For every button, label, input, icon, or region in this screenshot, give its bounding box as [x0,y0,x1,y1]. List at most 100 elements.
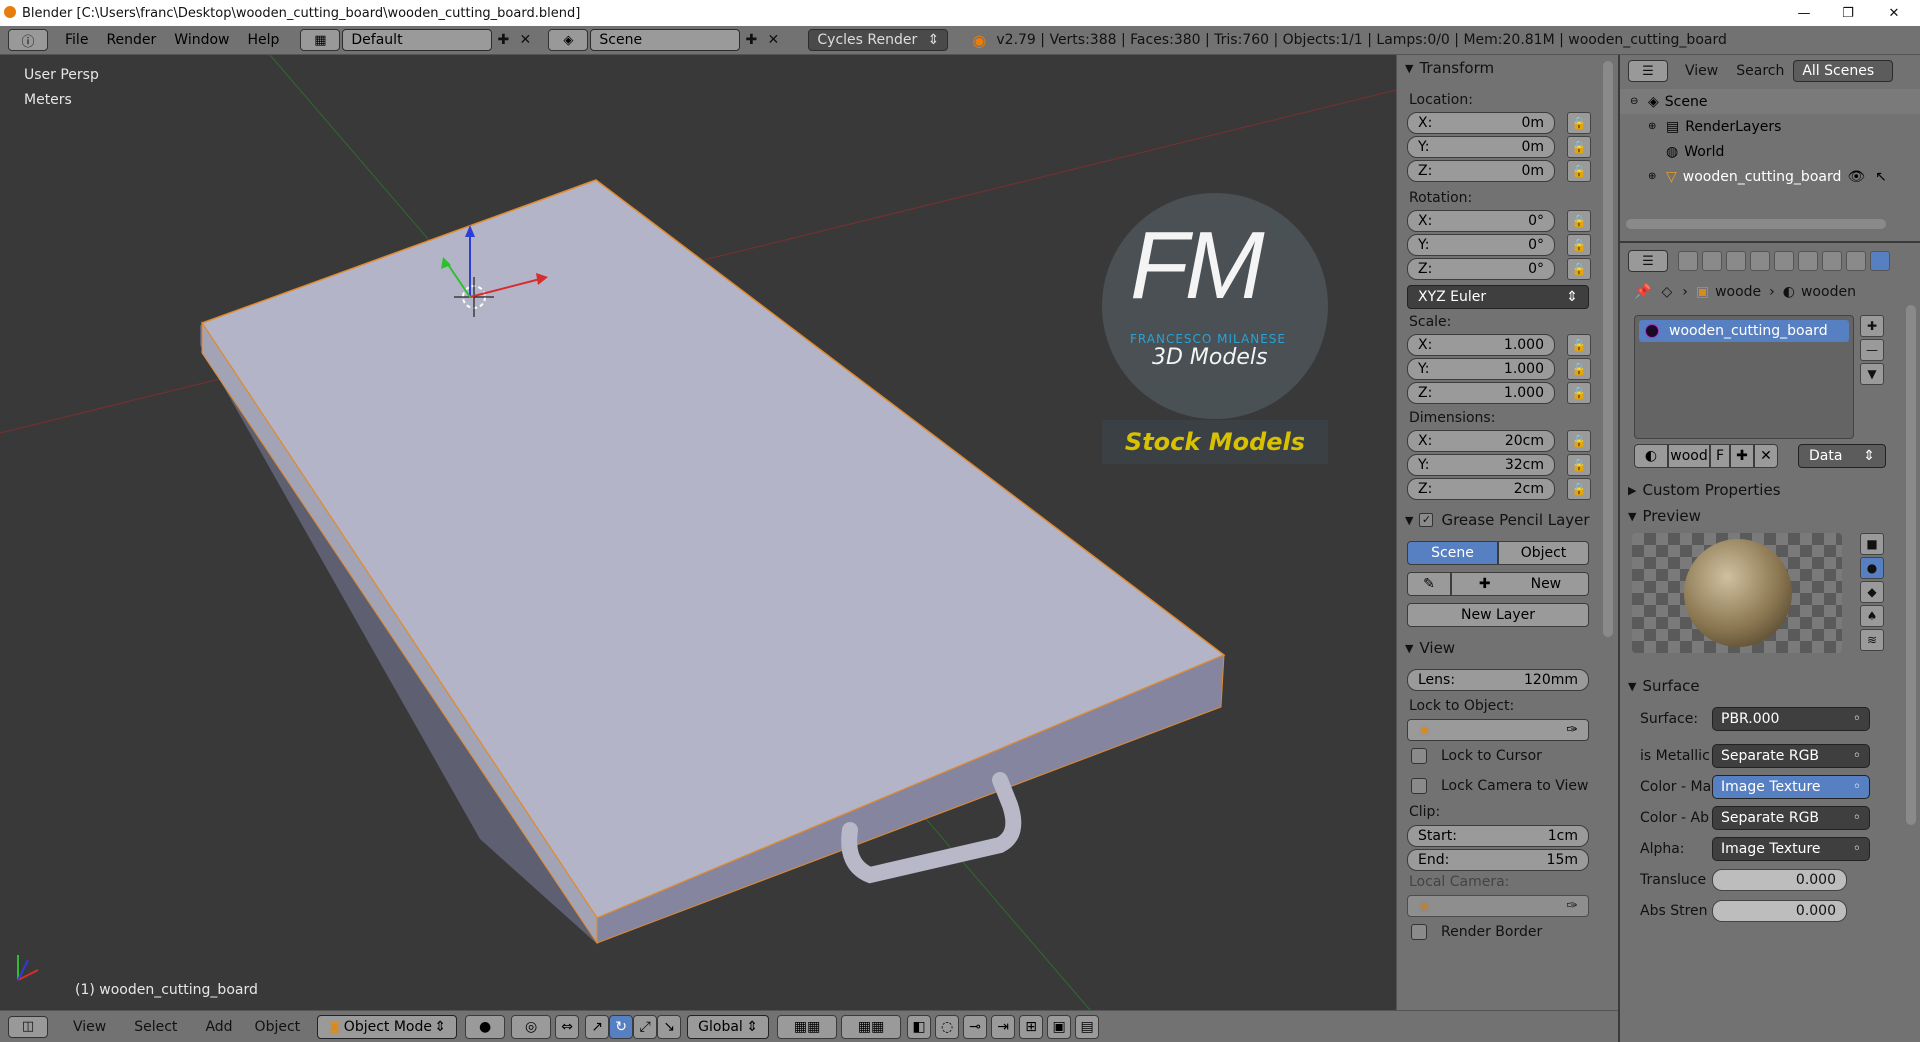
location-field[interactable]: X: 0m [1407,112,1555,134]
lock-icon[interactable]: 🔒 [1567,258,1591,280]
preview-hair-icon[interactable]: ≋ [1860,629,1884,651]
outliner-item-world[interactable]: ◍ World [1620,139,1920,164]
3d-viewport[interactable]: User Persp Meters (1) wooden_cutting_boa… [0,55,1396,1010]
interaction-mode-select[interactable]: ▣ Object Mode ⇕ [317,1014,458,1039]
minimize-button[interactable]: — [1782,0,1826,26]
layers-grid-2[interactable]: ▦▦ [841,1014,902,1039]
shader-input-select[interactable]: Separate RGB ◦ [1712,743,1870,768]
pencil-icon[interactable]: ✎ [1407,572,1451,596]
editor-type-button[interactable]: ⓘ [8,29,48,51]
layout-name-field[interactable]: Default [342,29,493,51]
outliner-item-scene[interactable]: ⊖ ◈ Scene [1620,89,1920,114]
scene-tab-icon[interactable] [1726,251,1746,271]
eyedropper-icon[interactable]: ✑ [1566,898,1578,914]
renderlayers-tab-icon[interactable] [1702,251,1722,271]
snap-target-icon[interactable]: ⊞ [1019,1014,1044,1039]
abs-strength-slider[interactable]: 0.000 [1712,899,1847,922]
outliner-view-menu[interactable]: View [1676,63,1727,79]
lock-icon[interactable]: 🔒 [1567,334,1591,356]
select-arrow-icon[interactable]: ↖ [1875,169,1887,185]
menu-add[interactable]: Add [196,1019,241,1035]
render-tab-icon[interactable] [1678,251,1698,271]
pin-icon[interactable]: 📌 [1634,284,1651,300]
shelf-scrollbar[interactable] [1603,61,1613,637]
grease-pencil-section-header[interactable]: ▼ ✓ Grease Pencil Layer [1397,507,1618,533]
rotate-manipulator-icon[interactable]: ↻ [609,1014,634,1039]
scale-manipulator-icon[interactable]: ⤢ [633,1014,658,1039]
outliner-item-object[interactable]: ⊕ ▽ wooden_cutting_board 👁 ↖ [1620,164,1920,189]
location-field[interactable]: Z: 0m [1407,160,1555,182]
snap-toggle-icon[interactable]: ⊸ [963,1014,988,1039]
manipulator-toggle-icon[interactable]: ⇔ [555,1014,580,1039]
transform-section-header[interactable]: ▼ Transform [1397,55,1618,81]
lock-icon[interactable]: 🔒 [1567,382,1591,404]
shader-input-select[interactable]: Image Texture ◦ [1712,836,1870,861]
local-camera-field[interactable]: ▣ ✑ [1407,895,1589,917]
lock-icon[interactable]: 🔒 [1567,478,1591,500]
view-section-header[interactable]: ▼ View [1397,635,1618,661]
properties-editor-type-button[interactable]: ☰ [1628,250,1668,272]
scale-field[interactable]: Y: 1.000 [1407,358,1555,380]
lock-cursor-checkbox[interactable]: Lock to Cursor [1397,741,1618,771]
add-scene-icon[interactable]: ✚ [740,29,762,51]
properties-scrollbar[interactable] [1906,305,1916,825]
outliner-item-renderlayers[interactable]: ⊕ ▤ RenderLayers [1620,114,1920,139]
slot-menu-icon[interactable]: ▼ [1860,363,1884,385]
material-name-field[interactable]: wood [1668,444,1710,468]
fake-user-button[interactable]: F [1710,444,1730,468]
preview-header[interactable]: ▼ Preview [1620,503,1920,529]
shader-input-select[interactable]: Image Texture ◦ [1712,774,1870,799]
menu-render[interactable]: Render [97,32,165,48]
menu-help[interactable]: Help [238,32,288,48]
render-border-checkbox[interactable]: Render Border [1397,917,1618,947]
scene-name-field[interactable]: Scene [590,29,741,51]
surface-header[interactable]: ▼ Surface [1620,673,1920,699]
rotation-field[interactable]: Z: 0° [1407,258,1555,280]
layers-grid-1[interactable]: ▦▦ [777,1014,838,1039]
remove-scene-icon[interactable]: ✕ [762,29,784,51]
remove-slot-icon[interactable]: — [1860,339,1884,361]
material-link-select[interactable]: Data ⇕ [1798,444,1886,468]
clip-start-field[interactable]: Start: 1cm [1407,825,1589,847]
outliner-filter-select[interactable]: All Scenes [1793,60,1894,82]
new-grease-pencil-button[interactable]: ✚ New [1451,572,1589,596]
scale-field[interactable]: X: 1.000 [1407,334,1555,356]
menu-select[interactable]: Select [125,1019,186,1035]
scale-field[interactable]: Z: 1.000 [1407,382,1555,404]
screen-layout-button[interactable]: ▦ [300,29,341,51]
outliner-editor-type-button[interactable]: ☰ [1628,60,1668,82]
material-browse-icon[interactable]: ◐ [1634,444,1668,468]
constraints-tab-icon[interactable] [1798,251,1818,271]
preview-sphere-icon[interactable]: ● [1860,557,1884,579]
viewport-shading-select[interactable]: ● [465,1014,506,1039]
rotation-mode-select[interactable]: XYZ Euler ⇕ [1407,285,1589,309]
outliner-search-menu[interactable]: Search [1727,63,1793,79]
clip-end-field[interactable]: End: 15m [1407,849,1589,871]
add-layout-icon[interactable]: ✚ [492,29,514,51]
transform-orientation-select[interactable]: Global ⇕ [687,1014,770,1039]
proportional-edit-icon[interactable]: ◌ [935,1014,960,1039]
snap-element-icon[interactable]: ⇥ [991,1014,1016,1039]
lock-object-field[interactable]: ▣ ✑ [1407,719,1589,741]
translate-manipulator-icon[interactable]: ↗ [585,1014,610,1039]
preview-cube-icon[interactable]: ◆ [1860,581,1884,603]
material-slot-item[interactable]: wooden_cutting_board [1639,320,1849,342]
lock-icon[interactable]: 🔒 [1567,160,1591,182]
location-field[interactable]: Y: 0m [1407,136,1555,158]
translucency-slider[interactable]: 0.000 [1712,868,1847,891]
object-tab-icon[interactable] [1774,251,1794,271]
preview-flat-icon[interactable]: ■ [1860,533,1884,555]
unlink-material-icon[interactable]: ✕ [1754,444,1778,468]
visibility-eye-icon[interactable]: 👁 [1847,169,1865,185]
world-tab-icon[interactable] [1750,251,1770,271]
close-button[interactable]: ✕ [1872,0,1916,26]
scene-selector-button[interactable]: ◈ [548,29,589,51]
lock-icon[interactable]: 🔒 [1567,136,1591,158]
menu-file[interactable]: File [56,32,97,48]
dimension-field[interactable]: X: 20cm [1407,430,1555,452]
menu-view[interactable]: View [64,1019,115,1035]
dimension-field[interactable]: Z: 2cm [1407,478,1555,500]
rotation-field[interactable]: Y: 0° [1407,234,1555,256]
opengl-render-icon[interactable]: ▣ [1047,1014,1072,1039]
modifiers-tab-icon[interactable] [1822,251,1842,271]
